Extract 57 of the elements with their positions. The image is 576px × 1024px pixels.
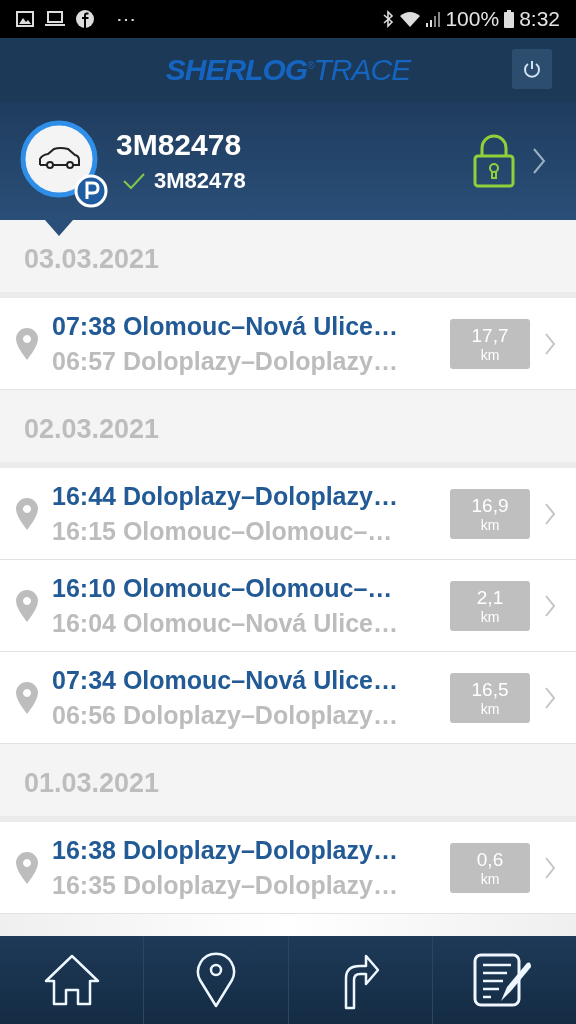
power-button[interactable] bbox=[512, 49, 552, 89]
home-icon bbox=[43, 954, 100, 1006]
arrival-text: 16:38 Doloplazy–Doloplazy… bbox=[52, 835, 399, 865]
arrival-text: 16:10 Olomouc–Olomouc–… bbox=[52, 573, 394, 603]
car-icon bbox=[20, 120, 98, 198]
bluetooth-icon bbox=[382, 10, 395, 28]
chevron-right-icon bbox=[544, 501, 556, 526]
distance-unit: km bbox=[480, 870, 500, 887]
trip-item[interactable]: 16:44 Doloplazy–Doloplazy… 16:15 Olomouc–Olomouc–… 16,9 km bbox=[0, 468, 576, 560]
chevron-right-icon bbox=[544, 685, 556, 710]
departure-text: 06:56 Doloplazy–Doloplazy… bbox=[52, 700, 399, 730]
distance-unit: km bbox=[480, 700, 500, 717]
distance-unit: km bbox=[480, 608, 500, 625]
distance-value: 2,1 bbox=[476, 586, 504, 609]
trip-item[interactable]: 16:38 Doloplazy–Doloplazy… 16:35 Doloplazy–Doloplazy… 0,6 km bbox=[0, 822, 576, 914]
departure-text: 16:04 Olomouc–Nová Ulice… bbox=[52, 608, 399, 638]
picture-icon bbox=[16, 11, 34, 27]
power-icon bbox=[522, 59, 542, 79]
battery-icon bbox=[504, 10, 515, 28]
vehicle-name: 3M82478 bbox=[116, 128, 243, 162]
battery-percent: 100% bbox=[445, 7, 500, 31]
trip-item[interactable]: 07:34 Olomouc–Nová Ulice… 06:56 Doloplazy–Doloplazy… 16,5 km bbox=[0, 652, 576, 744]
vehicle-subtitle: 3M82478 bbox=[154, 168, 246, 194]
arrival-text: 07:38 Olomouc–Nová Ulice… bbox=[52, 311, 399, 341]
vehicle-panel[interactable]: 3M82478 3M82478 bbox=[0, 102, 576, 220]
distance-value: 17,7 bbox=[471, 324, 509, 347]
location-pin-icon bbox=[195, 952, 236, 1008]
clock: 8:32 bbox=[519, 7, 560, 31]
location-pin-icon bbox=[16, 327, 38, 360]
chevron-right-icon bbox=[544, 855, 556, 880]
distance-value: 0,6 bbox=[476, 848, 504, 871]
distance-value: 16,5 bbox=[471, 678, 509, 701]
circle-icon bbox=[76, 10, 94, 28]
pointer-arrow bbox=[45, 220, 73, 236]
distance-unit: km bbox=[480, 516, 500, 533]
chevron-right-icon bbox=[544, 331, 556, 356]
arrival-text: 07:34 Olomouc–Nová Ulice… bbox=[52, 665, 399, 695]
location-pin-icon bbox=[16, 681, 38, 714]
departure-text: 16:35 Doloplazy–Doloplazy… bbox=[52, 870, 399, 900]
arrival-text: 16:44 Doloplazy–Doloplazy… bbox=[52, 481, 399, 511]
trip-item[interactable]: 07:38 Olomouc–Nová Ulice… 06:57 Doloplazy–Doloplazy… 17,7 km bbox=[0, 298, 576, 390]
chevron-right-icon bbox=[544, 593, 556, 618]
distance-value: 16,9 bbox=[471, 494, 509, 517]
location-pin-icon bbox=[16, 589, 38, 622]
location-pin-icon bbox=[16, 851, 38, 884]
trip-item[interactable]: 16:10 Olomouc–Olomouc–… 16:04 Olomouc–Nová Ulice… 2,1 km bbox=[0, 560, 576, 652]
wifi-icon bbox=[399, 10, 422, 28]
departure-text: 16:15 Olomouc–Olomouc–… bbox=[52, 516, 394, 546]
laptop-icon bbox=[44, 11, 66, 27]
signal-icon bbox=[426, 11, 441, 27]
chevron-right-icon bbox=[532, 147, 546, 175]
location-pin-icon bbox=[16, 497, 38, 530]
more-indicator: ⋯ bbox=[116, 7, 136, 31]
app-logo: SHERLOG$^{®}$TRACE bbox=[165, 53, 411, 87]
departure-text: 06:57 Doloplazy–Doloplazy… bbox=[52, 346, 399, 376]
check-icon bbox=[122, 172, 146, 190]
distance-unit: km bbox=[480, 346, 500, 363]
